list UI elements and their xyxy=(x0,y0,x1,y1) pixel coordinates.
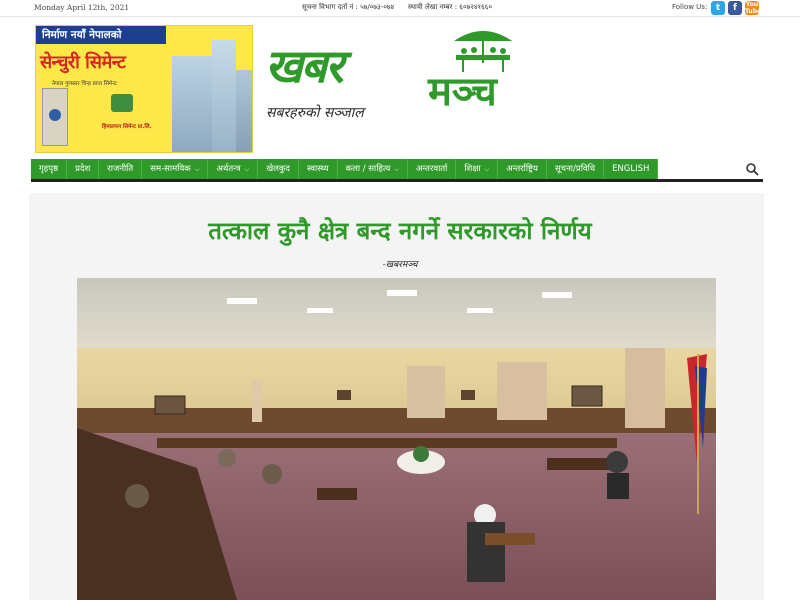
logo-text-khabar: खबर xyxy=(265,39,344,93)
twitter-icon[interactable]: t xyxy=(711,1,725,15)
ad-subtitle: नेपाल गुणस्तर चिन्ह प्राप्त सिमेन्ट xyxy=(52,81,117,87)
nav-item-home[interactable]: गृहपृष्ठ xyxy=(31,159,68,179)
nav-item-label: सम-सामयिक xyxy=(150,164,191,174)
chevron-down-icon: ⌵ xyxy=(244,166,250,173)
ad-brand: सेन्चुरी सिमेन्ट xyxy=(40,52,126,73)
nav-item-label: गृहपृष्ठ xyxy=(39,164,59,174)
current-date: Monday April 12th, 2021 xyxy=(34,3,130,12)
nav-item-politics[interactable]: राजनीति xyxy=(99,159,143,179)
nav-item-international[interactable]: अन्तर्राष्ट्रिय xyxy=(498,159,547,179)
nav-item-label: कला / साहित्य xyxy=(345,164,391,174)
follow-us-label: Follow Us: xyxy=(672,3,708,11)
site-logo[interactable]: खबर मञ्च सबरहरुको सञ्जाल xyxy=(262,25,532,129)
nav-item-english[interactable]: ENGLISH xyxy=(604,159,659,179)
nav-item-label: खेलकुद xyxy=(266,164,290,174)
building-image xyxy=(236,70,252,152)
top-bar: Monday April 12th, 2021 सूचना विभाग दर्त… xyxy=(0,0,800,17)
nav-item-sports[interactable]: खेलकुद xyxy=(258,159,299,179)
nav-item-education[interactable]: शिक्षा ⌵ xyxy=(456,159,499,179)
nav-item-label: शिक्षा xyxy=(464,164,481,174)
registration-number: सूचना विभाग दर्ता नं : ५७/०७३-०७४ xyxy=(302,3,395,11)
nav-item-province[interactable]: प्रदेश xyxy=(67,159,100,179)
nav-item-label: ENGLISH xyxy=(612,164,650,174)
main-navigation: गृहपृष्ठ प्रदेश राजनीति सम-सामयिक ⌵ अर्थत… xyxy=(31,159,763,182)
nav-item-label: प्रदेश xyxy=(75,164,91,174)
nav-item-technology[interactable]: सूचना/प्रविधि xyxy=(547,159,605,179)
nav-menu: गृहपृष्ठ प्रदेश राजनीति सम-सामयिक ⌵ अर्थत… xyxy=(31,159,659,179)
facebook-icon[interactable]: f xyxy=(728,1,742,15)
nav-item-label: सूचना/प्रविधि xyxy=(554,164,596,174)
building-image xyxy=(212,40,236,152)
nav-item-health[interactable]: स्वास्थ्य xyxy=(299,159,338,179)
youtube-icon[interactable]: You Tube xyxy=(745,1,761,15)
nav-item-interview[interactable]: अन्तरवार्ता xyxy=(408,159,457,179)
logo-slogan: सबरहरुको सञ्जाल xyxy=(266,105,364,121)
article-headline[interactable]: तत्काल कुनै क्षेत्र बन्द नगर्ने सरकारको … xyxy=(0,214,800,247)
logo-text-manch: मञ्च xyxy=(428,69,497,115)
nav-item-label: अन्तरवार्ता xyxy=(415,164,448,174)
nav-item-arts-literature[interactable]: कला / साहित्य ⌵ xyxy=(338,159,408,179)
cabinet-meeting-photo xyxy=(77,278,716,600)
building-image xyxy=(172,56,212,152)
chevron-down-icon: ⌵ xyxy=(194,166,200,173)
quality-mark-icon xyxy=(111,94,133,112)
umbrella-icon xyxy=(454,31,512,72)
nav-item-label: अर्थतन्त्र xyxy=(216,164,241,174)
cement-bag-image xyxy=(42,88,68,146)
chevron-down-icon: ⌵ xyxy=(394,166,399,173)
cement-advertisement[interactable]: निर्माण नयाँ नेपालको सेन्चुरी सिमेन्ट ने… xyxy=(35,25,253,153)
nav-item-label: स्वास्थ्य xyxy=(306,164,329,174)
search-icon[interactable] xyxy=(745,162,759,176)
ad-tagline: निर्माण नयाँ नेपालको xyxy=(42,29,122,41)
ad-company: हिमालयन सिमेन्ट प्रा.लि. xyxy=(102,124,152,130)
nav-item-label: राजनीति xyxy=(107,164,134,174)
article-byline: -खबरमञ्च xyxy=(382,260,418,270)
chevron-down-icon: ⌵ xyxy=(484,166,490,173)
nav-item-current-affairs[interactable]: सम-सामयिक ⌵ xyxy=(142,159,209,179)
nav-item-label: अन्तर्राष्ट्रिय xyxy=(506,164,538,174)
pan-number: स्थायी लेखा नम्बर : ६०७२४१६६० xyxy=(408,3,493,11)
nav-item-economy[interactable]: अर्थतन्त्र ⌵ xyxy=(208,159,259,179)
